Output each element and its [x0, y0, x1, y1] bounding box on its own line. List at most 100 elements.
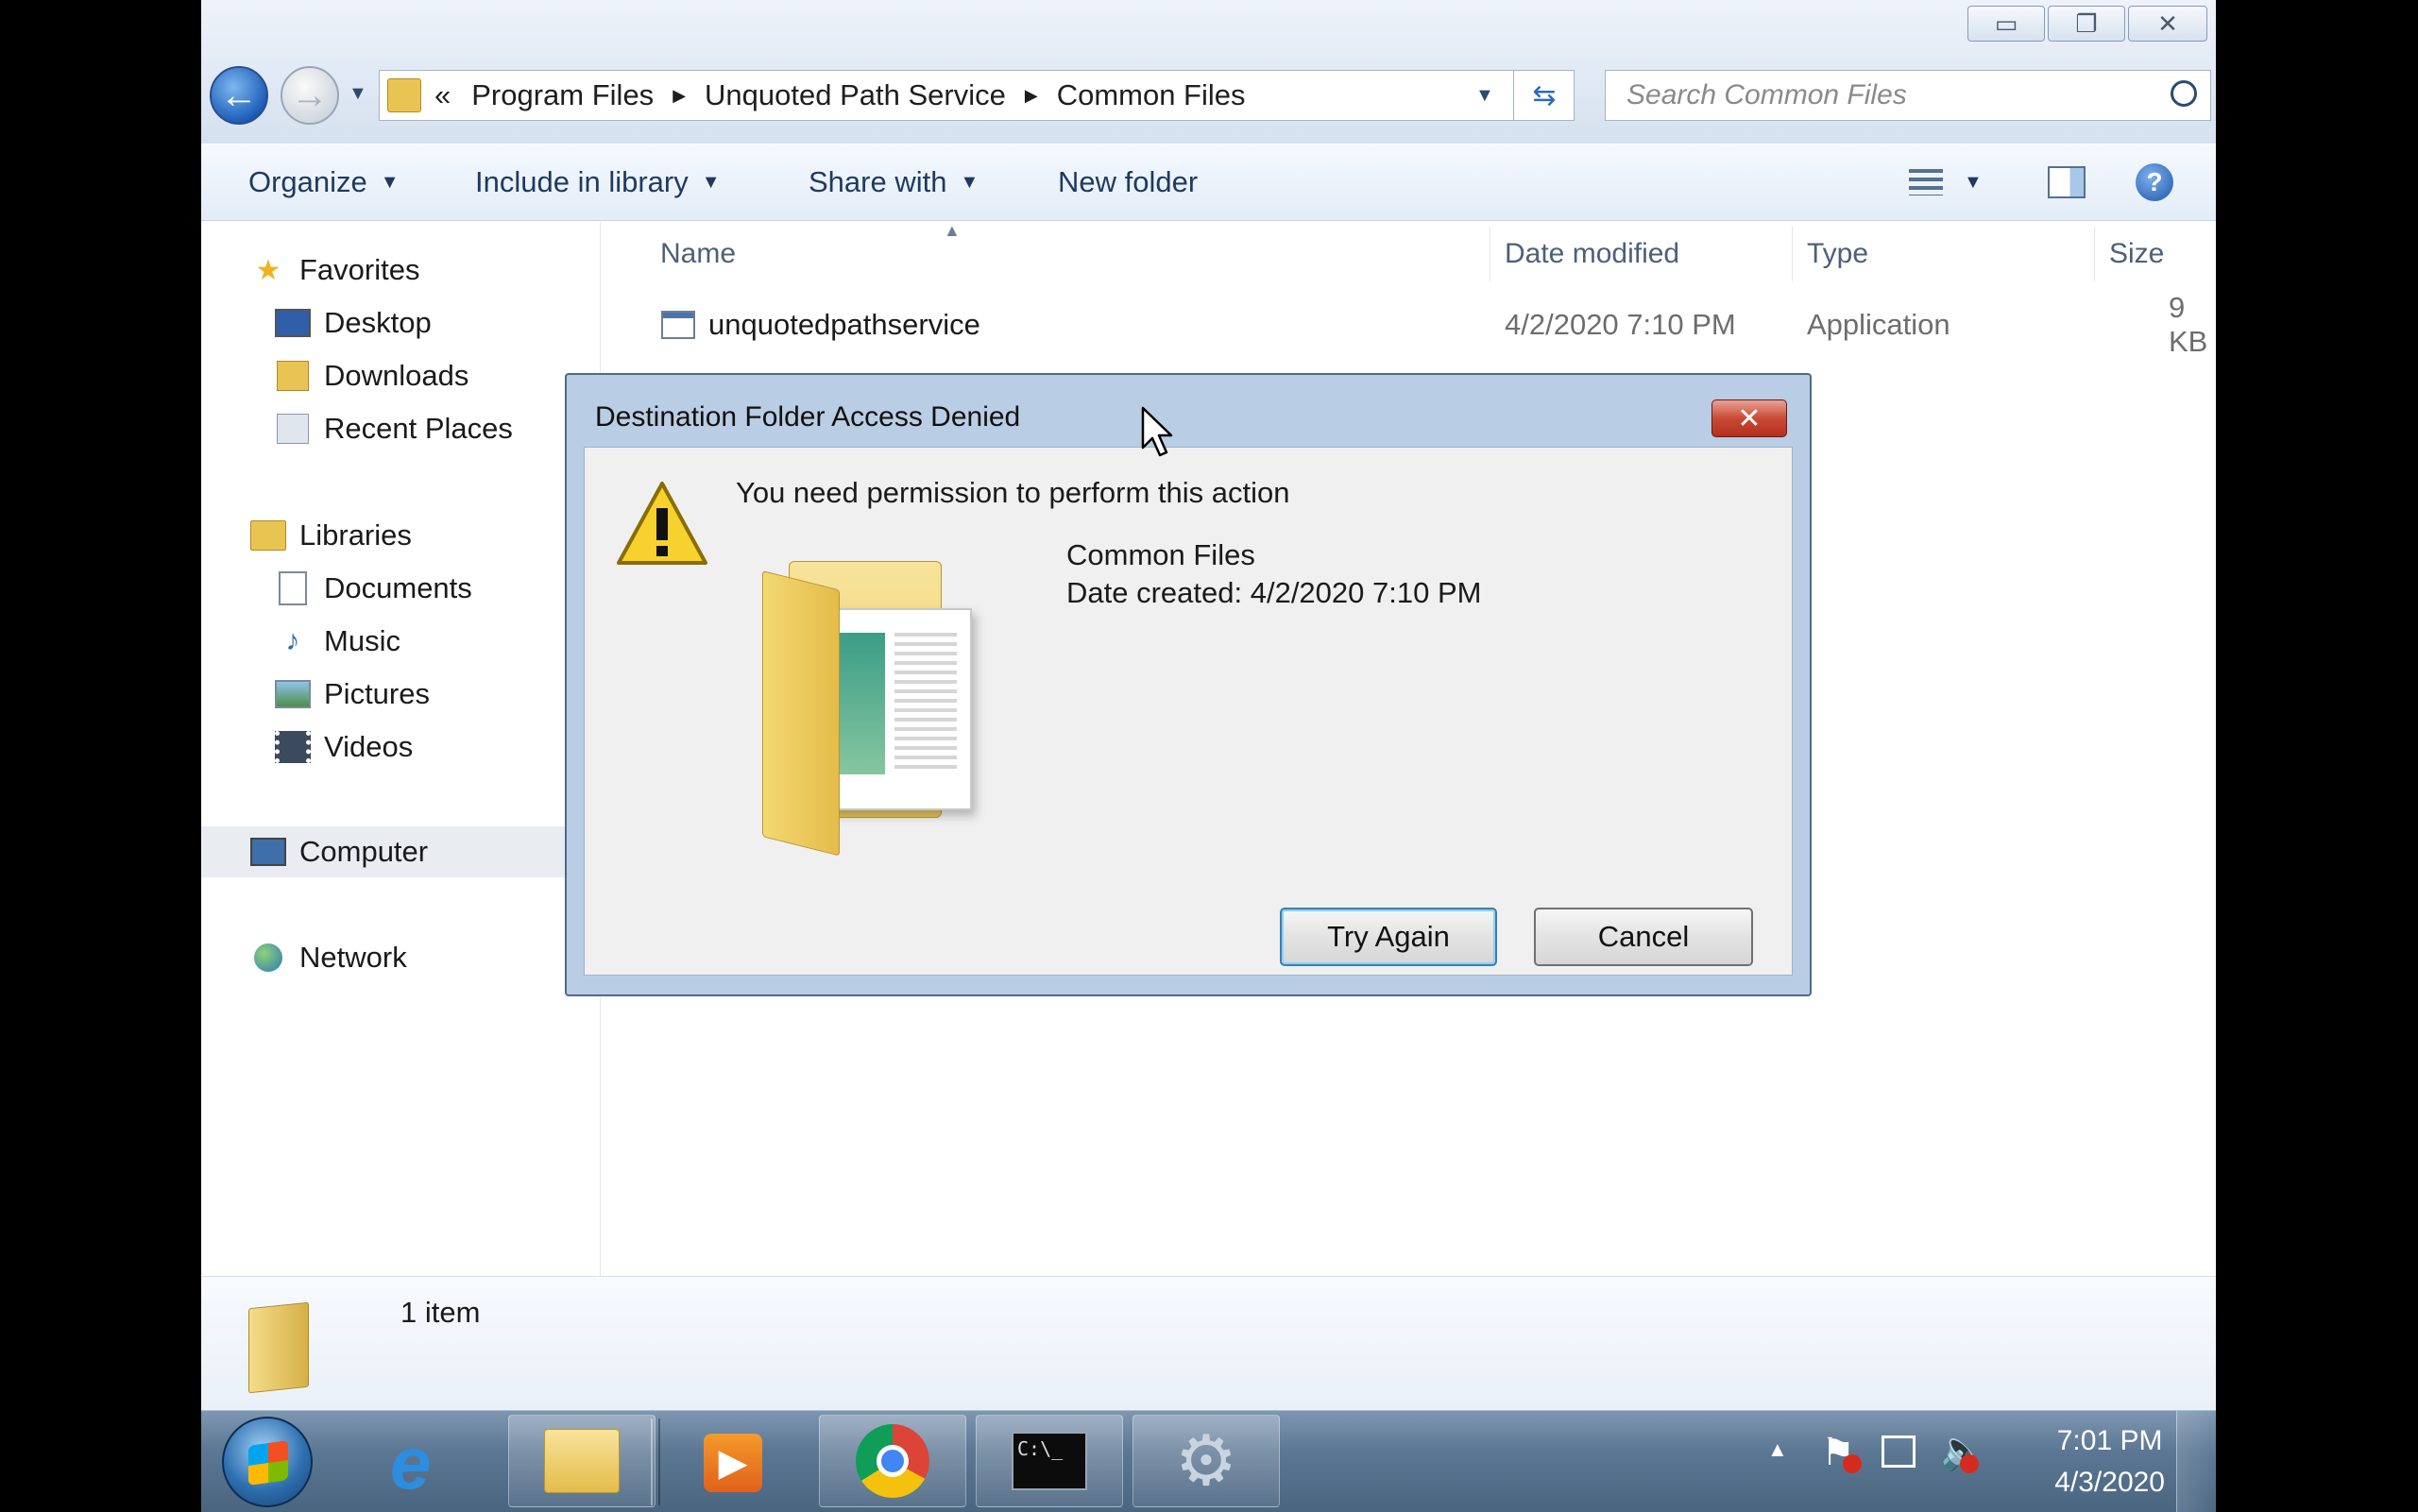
- refresh-button[interactable]: ⇆: [1513, 71, 1575, 120]
- restore-icon: ❐: [2075, 8, 2098, 38]
- share-with-label: Share with: [809, 165, 947, 198]
- dialog-title: Destination Folder Access Denied: [595, 401, 1021, 433]
- folder-icon: [762, 542, 989, 857]
- organize-label: Organize: [248, 165, 367, 198]
- network-globe-icon: [250, 940, 286, 976]
- file-date-cell: 4/2/2020 7:10 PM: [1505, 308, 1736, 341]
- nav-recent-places[interactable]: Recent Places: [275, 403, 513, 454]
- address-overflow-chevron[interactable]: «: [434, 78, 451, 112]
- internet-explorer-button[interactable]: e: [386, 1422, 468, 1504]
- forward-button[interactable]: →: [281, 66, 339, 125]
- nav-label: Network: [299, 941, 407, 974]
- recent-places-icon: [275, 411, 311, 447]
- nav-favorites[interactable]: ★ Favorites: [250, 245, 420, 296]
- column-header-date[interactable]: Date modified: [1505, 221, 1679, 287]
- show-desktop-button[interactable]: [2176, 1411, 2216, 1512]
- nav-label: Desktop: [324, 306, 432, 339]
- column-divider[interactable]: [2094, 227, 2095, 281]
- preview-pane-button[interactable]: [2048, 144, 2086, 220]
- crumb-common-files[interactable]: Common Files: [1057, 78, 1246, 112]
- command-prompt-taskbar-button[interactable]: C:\_: [976, 1415, 1123, 1507]
- dialog-close-button[interactable]: ✕: [1711, 399, 1787, 437]
- dialog-body: You need permission to perform this acti…: [584, 447, 1793, 976]
- column-label: Type: [1807, 238, 1869, 269]
- help-button[interactable]: ?: [2136, 144, 2173, 220]
- recent-pages-dropdown[interactable]: ▼: [349, 83, 367, 105]
- window-titlebar: ▭ ❐ ✕ ← → ▼ « Program Files ▶ Unquoted P…: [201, 0, 2216, 144]
- folder-icon: [387, 78, 421, 112]
- refresh-icon: ⇆: [1532, 79, 1557, 111]
- star-icon: ★: [255, 254, 281, 286]
- column-label: Date modified: [1505, 238, 1680, 269]
- warning-icon: [615, 480, 709, 569]
- taskbar: e ▶ C:\_ ⚙ ▲ ⚑ 🔈 7:01 PM 4/3/2020: [201, 1410, 2216, 1512]
- folder-icon: [544, 1429, 620, 1493]
- file-name: unquotedpathservice: [708, 308, 980, 341]
- file-type-cell: Application: [1807, 308, 1950, 341]
- minimize-icon: ▭: [1994, 8, 2018, 38]
- nav-desktop[interactable]: Desktop: [275, 297, 432, 348]
- table-row[interactable]: unquotedpathservice 4/2/2020 7:10 PM App…: [639, 291, 2207, 358]
- nav-network[interactable]: Network: [250, 932, 407, 983]
- folder-icon: [248, 1298, 315, 1394]
- services-taskbar-button[interactable]: ⚙: [1132, 1415, 1280, 1507]
- column-header-size[interactable]: Size: [2109, 221, 2164, 287]
- access-denied-dialog: Destination Folder Access Denied ✕ You n…: [565, 373, 1812, 996]
- nav-label: Documents: [324, 571, 472, 604]
- desktop-icon: [275, 305, 311, 341]
- back-button[interactable]: ←: [210, 66, 268, 125]
- chrome-taskbar-button[interactable]: [819, 1415, 966, 1507]
- media-player-button[interactable]: ▶: [690, 1420, 775, 1505]
- crumb-unquoted-path-service[interactable]: Unquoted Path Service: [705, 78, 1006, 112]
- close-window-button[interactable]: ✕: [2128, 6, 2207, 42]
- taskbar-divider: [651, 1419, 660, 1505]
- nav-documents[interactable]: Documents: [275, 563, 472, 614]
- crumb-program-files[interactable]: Program Files: [471, 78, 654, 112]
- include-in-library-button[interactable]: Include in library ▼: [475, 144, 721, 220]
- crumb-separator-icon[interactable]: ▶: [673, 86, 686, 106]
- nav-label: Recent Places: [324, 412, 513, 445]
- minimize-button[interactable]: ▭: [1967, 6, 2045, 42]
- nav-computer[interactable]: Computer: [201, 826, 598, 877]
- crumb-separator-icon[interactable]: ▶: [1025, 86, 1038, 106]
- address-bar[interactable]: « Program Files ▶ Unquoted Path Service …: [379, 70, 1575, 121]
- nav-libraries[interactable]: Libraries: [250, 510, 412, 561]
- column-header-name[interactable]: Name: [660, 221, 736, 287]
- command-prompt-icon: C:\_: [1012, 1432, 1087, 1490]
- explorer-taskbar-button[interactable]: [508, 1415, 656, 1507]
- folder-date-created: Date created: 4/2/2020 7:10 PM: [1066, 576, 1482, 609]
- new-folder-button[interactable]: New folder: [1058, 144, 1198, 220]
- help-icon: ?: [2136, 163, 2173, 201]
- nav-label: Libraries: [299, 518, 412, 552]
- system-clock[interactable]: 7:01 PM 4/3/2020: [2054, 1420, 2165, 1504]
- change-view-button[interactable]: ▼: [1909, 144, 1983, 220]
- cancel-button[interactable]: Cancel: [1534, 908, 1753, 966]
- nav-downloads[interactable]: Downloads: [275, 350, 468, 401]
- clock-time: 7:01 PM: [2056, 1425, 2163, 1456]
- show-hidden-icons-button[interactable]: ▲: [1767, 1437, 1788, 1462]
- chevron-down-icon: ▼: [960, 171, 979, 193]
- column-header-type[interactable]: Type: [1807, 221, 1868, 287]
- preview-pane-icon: [2048, 166, 2086, 198]
- organize-button[interactable]: Organize ▼: [248, 144, 400, 220]
- nav-pictures[interactable]: Pictures: [275, 669, 430, 720]
- media-player-icon: ▶: [704, 1434, 762, 1492]
- start-button[interactable]: [222, 1417, 313, 1507]
- item-count: 1 item: [400, 1296, 481, 1329]
- address-history-dropdown[interactable]: ▼: [1475, 85, 1494, 107]
- network-status-icon[interactable]: [1882, 1436, 1916, 1468]
- pictures-icon: [275, 676, 311, 712]
- arrow-left-icon: ←: [220, 74, 258, 116]
- search-box[interactable]: Search Common Files: [1605, 70, 2211, 121]
- restore-button[interactable]: ❐: [2048, 6, 2125, 42]
- clock-date: 4/3/2020: [2054, 1467, 2165, 1498]
- windows-logo-icon: [248, 1440, 288, 1486]
- search-input[interactable]: Search Common Files: [1626, 79, 1907, 111]
- chevron-down-icon[interactable]: ▼: [1964, 172, 1983, 194]
- share-with-button[interactable]: Share with ▼: [809, 144, 979, 220]
- mouse-cursor-icon: [1141, 406, 1175, 459]
- nav-music[interactable]: ♪ Music: [275, 616, 400, 667]
- nav-videos[interactable]: Videos: [275, 722, 413, 773]
- column-divider[interactable]: [1792, 227, 1793, 281]
- try-again-button[interactable]: Try Again: [1280, 908, 1497, 966]
